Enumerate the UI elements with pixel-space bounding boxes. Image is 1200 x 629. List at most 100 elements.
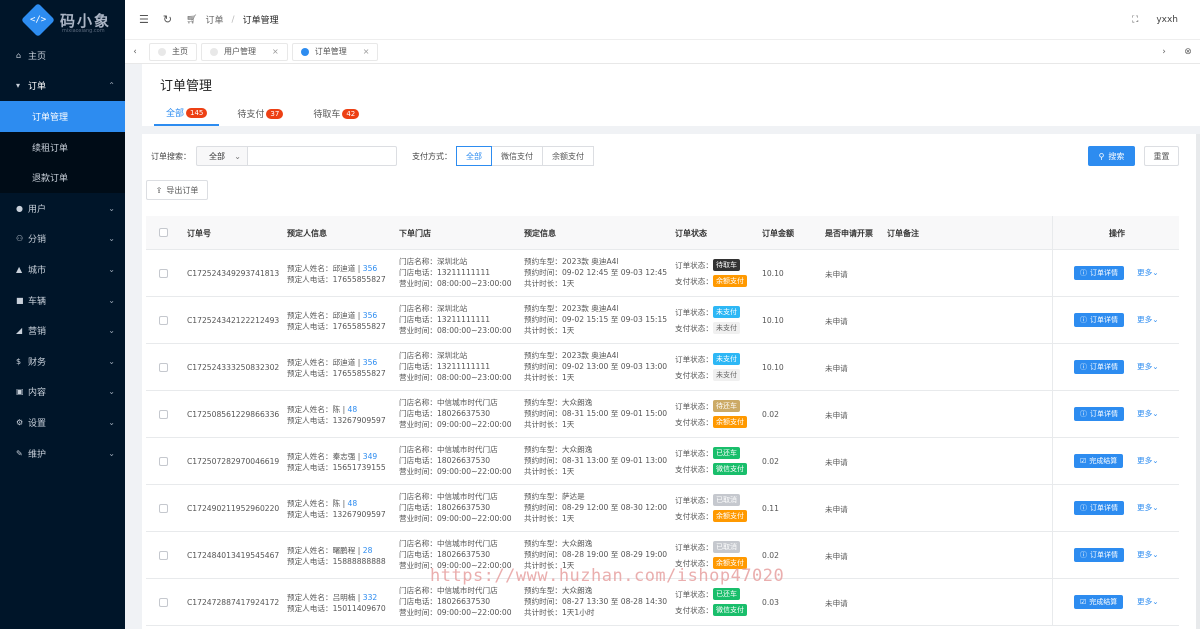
booking-car: 预约车型：大众朗逸 bbox=[524, 445, 593, 454]
booker-user-id[interactable]: 356 bbox=[363, 311, 378, 320]
booker-phone: 13267909597 bbox=[332, 510, 386, 519]
order-detail-button[interactable]: ⓘ 订单详情 bbox=[1074, 501, 1124, 515]
pay-option-all[interactable]: 全部 bbox=[456, 146, 492, 166]
more-dropdown[interactable]: 更多⌄ bbox=[1137, 314, 1159, 325]
row-checkbox[interactable] bbox=[159, 457, 168, 466]
pay-option-balance[interactable]: 余额支付 bbox=[542, 146, 594, 166]
row-checkbox[interactable] bbox=[159, 410, 168, 419]
sidebar-item-2[interactable]: ● 用户 ⌄ bbox=[0, 193, 125, 224]
booker-user-id[interactable]: 349 bbox=[363, 452, 378, 461]
pay-status-line: 支付状态： 余额支付 bbox=[675, 414, 747, 430]
booker-user-id[interactable]: 48 bbox=[348, 499, 358, 508]
settle-button[interactable]: ☑ 完成结算 bbox=[1074, 454, 1124, 468]
settle-button[interactable]: ☑ 完成结算 bbox=[1074, 595, 1124, 609]
logo[interactable]: </> 码小象 bbox=[0, 0, 125, 40]
sidebar-subitem-1[interactable]: 续租订单 bbox=[0, 131, 125, 163]
row-checkbox[interactable] bbox=[159, 598, 168, 607]
separator: | bbox=[355, 264, 363, 273]
more-dropdown[interactable]: 更多⌄ bbox=[1137, 267, 1159, 278]
sidebar-item-7[interactable]: $ 财务 ⌄ bbox=[0, 346, 125, 377]
refresh-icon[interactable]: ↻ bbox=[163, 13, 172, 26]
order-detail-button[interactable]: ⓘ 订单详情 bbox=[1074, 360, 1124, 374]
sidebar-item-1[interactable]: ▾ 订单 ⌃ bbox=[0, 71, 125, 102]
store-name: 门店名称：深圳北站 bbox=[399, 351, 468, 360]
order-status-line: 订单状态： 待取车 bbox=[675, 257, 747, 273]
sidebar-item-4[interactable]: ▲ 城市 ⌄ bbox=[0, 254, 125, 285]
more-dropdown[interactable]: 更多⌄ bbox=[1137, 455, 1159, 466]
chevron-down-icon: ⌄ bbox=[108, 387, 115, 397]
sidebar-item-10[interactable]: ✎ 维护 ⌄ bbox=[0, 438, 125, 469]
close-icon[interactable]: × bbox=[363, 47, 370, 56]
user-name[interactable]: yxxh bbox=[1156, 15, 1178, 25]
more-dropdown[interactable]: 更多⌄ bbox=[1137, 596, 1159, 607]
menu-toggle-icon[interactable]: ☰ bbox=[139, 13, 149, 26]
fullscreen-icon[interactable]: ⛶ bbox=[1132, 15, 1138, 25]
booker-user-id[interactable]: 28 bbox=[363, 546, 373, 555]
sidebar-menu: ⌂ 主页 ▾ 订单 ⌃ 订单管理 续租订单 退款订单 ● 用户 ⌄ ⚇ 分销 ⌄ ▲ 城市 ⌄ ■ 车辆 ⌄ ◢ 营销 ⌄ $… bbox=[0, 40, 125, 468]
export-button[interactable]: ⇪ 导出订单 bbox=[146, 180, 208, 200]
more-dropdown[interactable]: 更多⌄ bbox=[1137, 408, 1159, 419]
breadcrumb-current: 订单管理 bbox=[242, 16, 279, 26]
status-tab-1[interactable]: 待支付 37 bbox=[225, 106, 295, 126]
tabs-prev-icon[interactable]: ‹ bbox=[125, 47, 145, 57]
check-icon: ☑ bbox=[1080, 457, 1087, 465]
search-field-select[interactable]: 全部 ⌄ bbox=[196, 146, 248, 166]
store-hours: 营业时间：09:00:00~22:00:00 bbox=[399, 467, 512, 476]
order-detail-button[interactable]: ⓘ 订单详情 bbox=[1074, 407, 1124, 421]
status-tab-2[interactable]: 待取车 42 bbox=[301, 106, 371, 126]
booking-time: 预约时间：08-27 13:30 至 08-28 14:30 bbox=[524, 597, 668, 606]
more-dropdown[interactable]: 更多⌄ bbox=[1137, 361, 1159, 372]
booker-info: 预定人姓名：邱迪道 | 356 预定人电话：17655855827 bbox=[287, 357, 386, 379]
store-phone: 门店电话：18026637530 bbox=[399, 597, 491, 606]
tab-0[interactable]: 主页 bbox=[149, 42, 197, 61]
sidebar-item-0[interactable]: ⌂ 主页 bbox=[0, 40, 125, 71]
invoice-status: 未申请 bbox=[825, 599, 848, 608]
booker-phone-line: 预定人电话：13267909597 bbox=[287, 415, 386, 426]
search-button[interactable]: ⚲ 搜索 bbox=[1088, 146, 1135, 166]
tabs-next-icon[interactable]: › bbox=[1152, 47, 1176, 57]
search-input[interactable] bbox=[247, 146, 397, 166]
sidebar-item-5[interactable]: ■ 车辆 ⌄ bbox=[0, 285, 125, 316]
reset-button[interactable]: 重置 bbox=[1144, 146, 1179, 166]
booker-user-id[interactable]: 48 bbox=[348, 405, 358, 414]
order-detail-button[interactable]: ⓘ 订单详情 bbox=[1074, 266, 1124, 280]
row-checkbox[interactable] bbox=[159, 316, 168, 325]
booker-info: 预定人姓名：秦志强 | 349 预定人电话：15651739155 bbox=[287, 451, 386, 473]
store-info: 门店名称：中信城市时代门店 门店电话：18026637530 营业时间：09:00:… bbox=[399, 491, 512, 524]
tab-1[interactable]: 用户管理 × bbox=[201, 42, 288, 61]
row-checkbox[interactable] bbox=[159, 551, 168, 560]
tab-2[interactable]: 订单管理 × bbox=[291, 42, 379, 61]
close-icon[interactable]: × bbox=[272, 47, 279, 56]
sidebar-item-8[interactable]: ▣ 内容 ⌄ bbox=[0, 377, 125, 408]
booker-phone: 15011409670 bbox=[332, 604, 386, 613]
ops-cell: ⓘ 订单详情 更多⌄ bbox=[1052, 532, 1179, 578]
status-tab-0[interactable]: 全部 145 bbox=[154, 106, 220, 126]
order-status-line: 订单状态： 已还车 bbox=[675, 445, 747, 461]
sidebar-subitem-2[interactable]: 退款订单 bbox=[0, 162, 125, 193]
order-status-badge: 已还车 bbox=[713, 447, 740, 459]
sidebar-item-3[interactable]: ⚇ 分销 ⌄ bbox=[0, 224, 125, 255]
booker-user-id[interactable]: 332 bbox=[363, 593, 378, 602]
page-header: 订单管理 全部 145 待支付 37 待取车 42 bbox=[142, 64, 1200, 126]
select-all-checkbox[interactable] bbox=[159, 228, 168, 237]
op-button-label: 完成结算 bbox=[1089, 457, 1118, 465]
sidebar-item-9[interactable]: ⚙ 设置 ⌄ bbox=[0, 407, 125, 438]
close-tabs-icon[interactable]: ⊗ bbox=[1176, 47, 1200, 57]
more-dropdown[interactable]: 更多⌄ bbox=[1137, 502, 1159, 513]
vertical-scrollbar[interactable] bbox=[1196, 134, 1200, 629]
store-hours: 营业时间：09:00:00~22:00:00 bbox=[399, 514, 512, 523]
sidebar-item-6[interactable]: ◢ 营销 ⌄ bbox=[0, 315, 125, 346]
order-detail-button[interactable]: ⓘ 订单详情 bbox=[1074, 548, 1124, 562]
sidebar-subitem-0[interactable]: 订单管理 bbox=[0, 101, 125, 132]
pay-status-line: 支付状态： 未支付 bbox=[675, 367, 740, 383]
pay-option-wechat[interactable]: 微信支付 bbox=[491, 146, 543, 166]
row-checkbox[interactable] bbox=[159, 269, 168, 278]
invoice-status: 未申请 bbox=[825, 411, 848, 420]
order-detail-button[interactable]: ⓘ 订单详情 bbox=[1074, 313, 1124, 327]
more-dropdown[interactable]: 更多⌄ bbox=[1137, 549, 1159, 560]
booker-user-id[interactable]: 356 bbox=[363, 358, 378, 367]
row-checkbox[interactable] bbox=[159, 363, 168, 372]
booker-user-id[interactable]: 356 bbox=[363, 264, 378, 273]
breadcrumb-item[interactable]: 订单 bbox=[206, 13, 224, 26]
row-checkbox[interactable] bbox=[159, 504, 168, 513]
